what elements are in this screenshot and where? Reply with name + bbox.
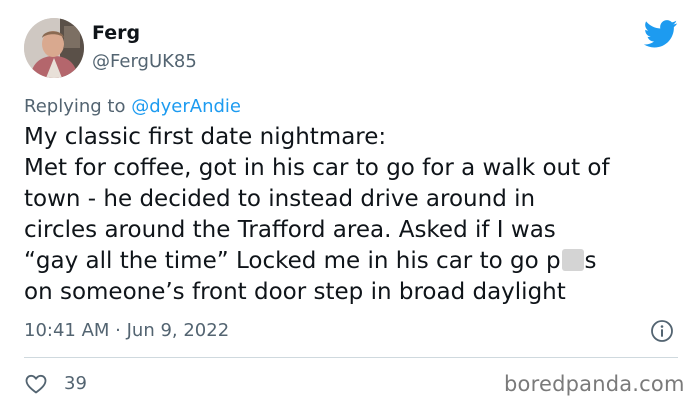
tweet-line: on someone’s front door step in broad da… [24, 279, 566, 305]
tweet-line: circles around the Trafford area. Asked … [24, 217, 556, 243]
tweet-line-after-censor: s [584, 248, 597, 274]
reply-mention-link[interactable]: @dyerAndie [131, 96, 241, 117]
avatar[interactable] [24, 18, 84, 78]
tweet-line: Met for coffee, got in his car to go for… [24, 155, 610, 181]
timestamp[interactable]: 10:41 AM · Jun 9, 2022 [24, 320, 229, 341]
reply-context: Replying to @dyerAndie [24, 96, 241, 117]
twitter-bird-icon[interactable] [644, 20, 678, 48]
avatar-image [24, 18, 84, 78]
tweet-line-before-censor: “gay all the time” Locked me in his car … [24, 248, 561, 274]
tweet-text: My classic first date nightmare: Met for… [24, 122, 684, 308]
reply-prefix: Replying to [24, 96, 126, 117]
watermark: boredpanda.com [504, 372, 685, 396]
handle[interactable]: @FergUK85 [92, 51, 197, 72]
info-icon[interactable] [650, 319, 674, 343]
tweet-line: My classic first date nightmare: [24, 124, 387, 150]
heart-icon[interactable] [24, 372, 48, 396]
display-name[interactable]: Ferg [92, 22, 140, 44]
tweet-line: town - he decided to instead drive aroun… [24, 186, 536, 212]
like-count: 39 [64, 373, 87, 394]
censor-blur [561, 249, 584, 271]
divider [24, 357, 678, 358]
tweet-line: “gay all the time” Locked me in his car … [24, 246, 684, 277]
